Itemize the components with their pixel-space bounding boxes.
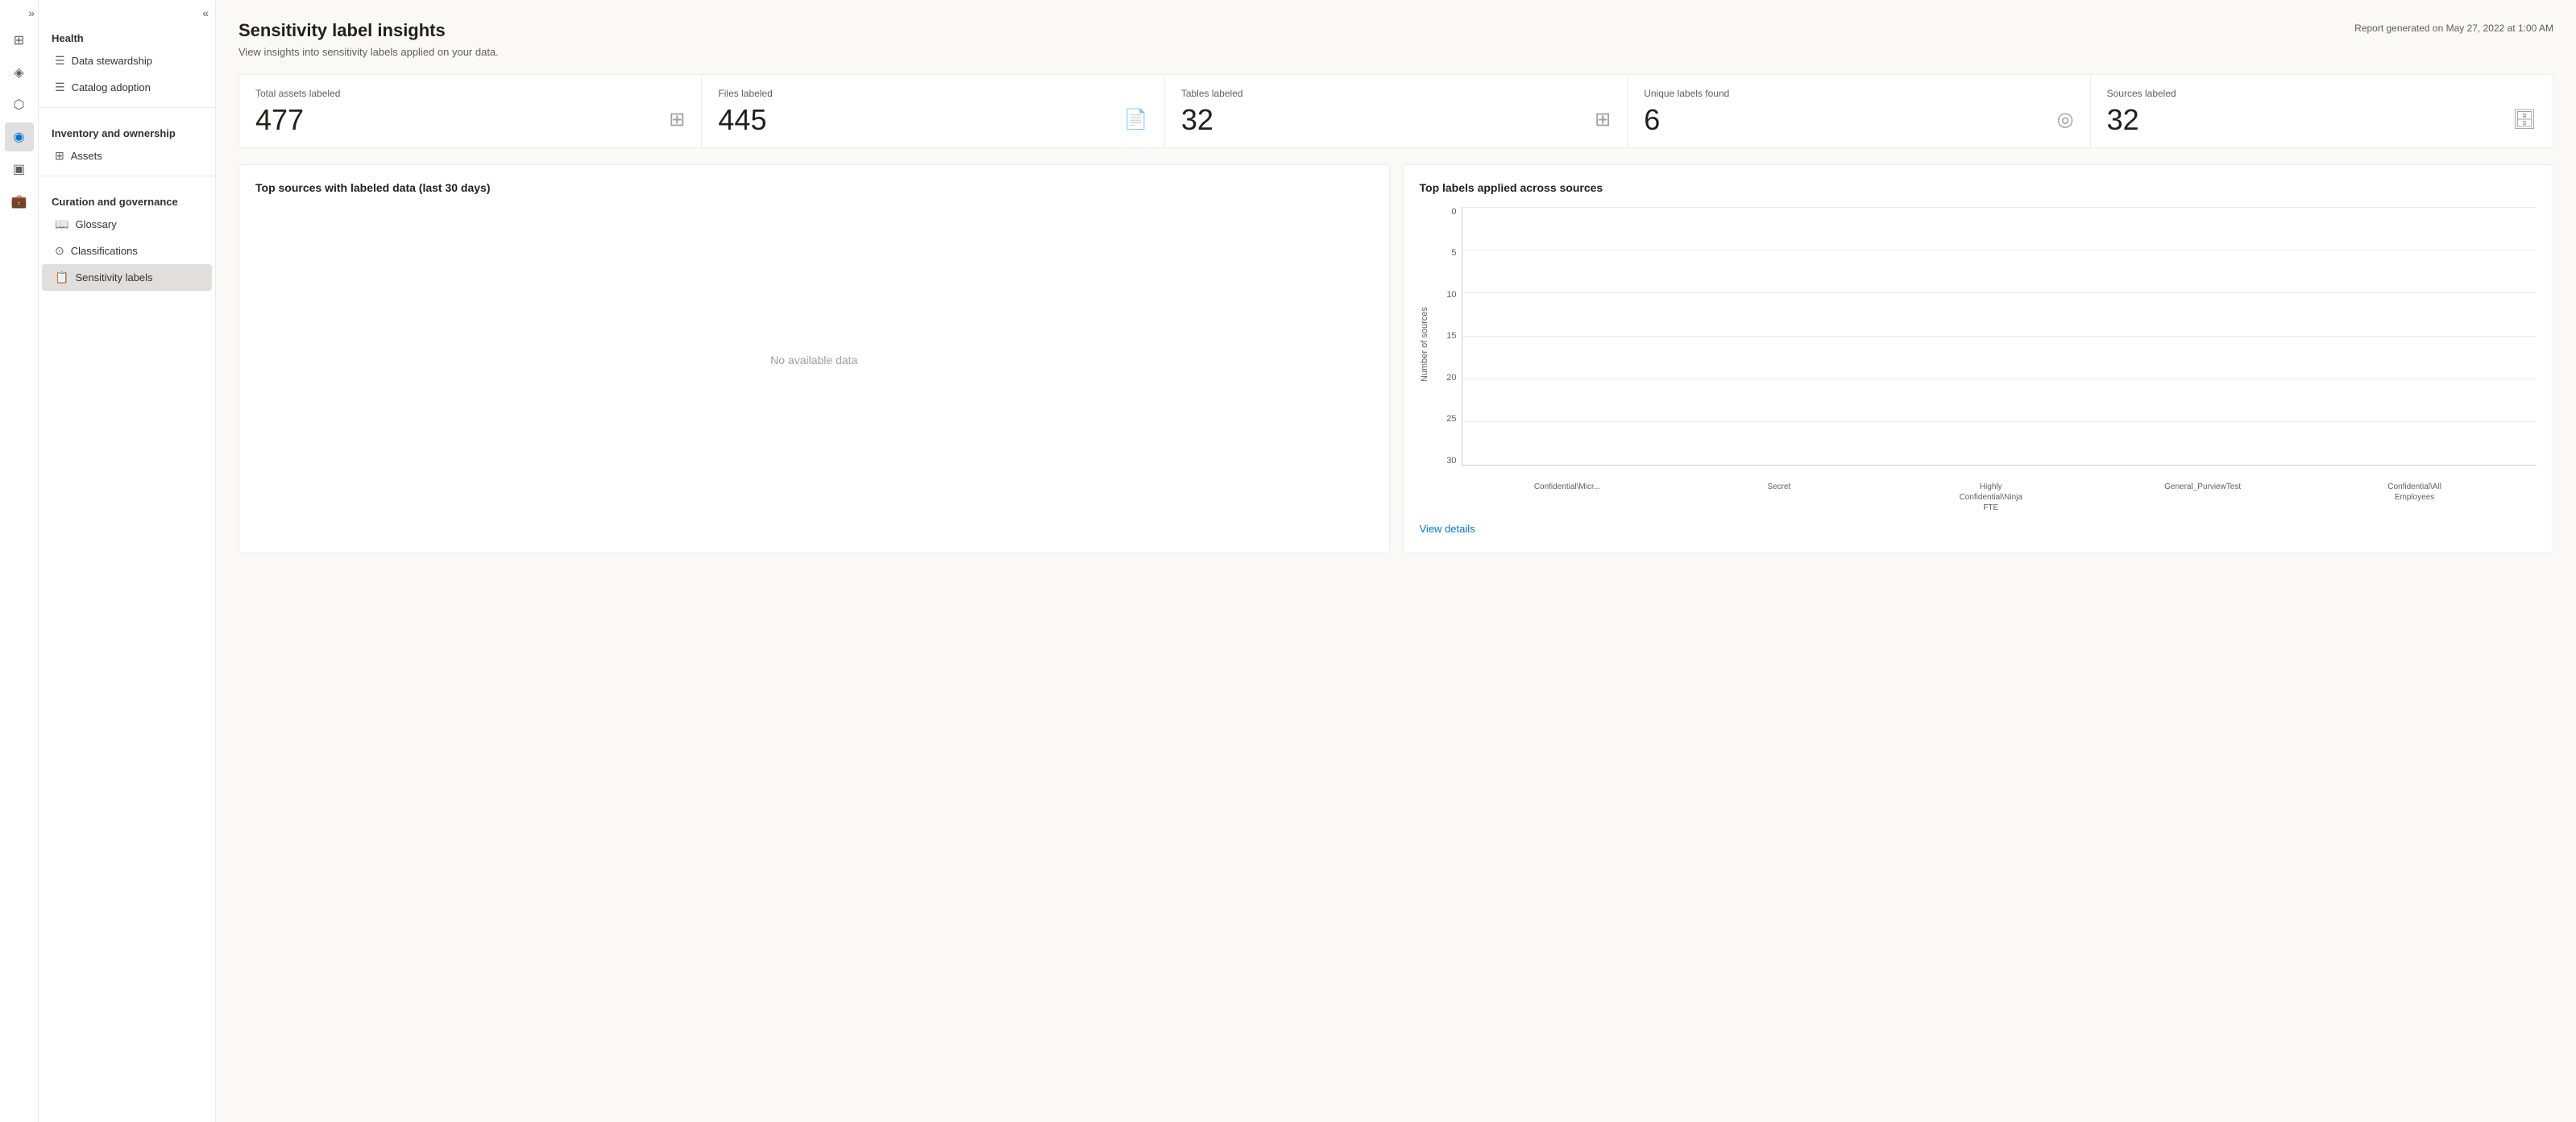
y-label-10: 10	[1436, 290, 1457, 300]
no-data-message: No available data	[255, 207, 1373, 513]
x-label-secret: Secret	[1673, 482, 1885, 513]
catalog-icon-rail-item[interactable]: ◈	[5, 58, 34, 87]
home-icon-rail-item[interactable]: ⊞	[5, 26, 34, 55]
stat-card-total-assets: Total assets labeled 477 ⊞	[239, 75, 701, 147]
x-label-confidential-micr: Confidential\Micr...	[1462, 482, 1674, 513]
insights-icon-rail-item[interactable]: ◉	[5, 122, 34, 151]
stat-card-files-labeled: Files labeled 445 📄	[702, 75, 1164, 147]
y-axis-labels: 30 25 20 15 10 5 0	[1436, 207, 1462, 482]
sidebar-item-assets[interactable]: ⊞ Assets	[42, 143, 212, 169]
files-labeled-label: Files labeled	[718, 88, 1147, 99]
total-assets-icon: ⊞	[669, 108, 685, 131]
sidebar-item-classifications-label: Classifications	[71, 245, 138, 257]
sidebar-item-assets-label: Assets	[71, 150, 102, 162]
classifications-icon: ⊙	[55, 244, 64, 258]
page-title: Sensitivity label insights	[239, 19, 499, 43]
top-sources-panel: Top sources with labeled data (last 30 d…	[239, 164, 1390, 553]
y-axis-title: Number of sources	[1420, 207, 1433, 482]
unique-labels-value: 6	[1644, 106, 1660, 135]
unique-labels-icon: ◎	[2057, 108, 2074, 131]
briefcase-icon-rail-item[interactable]: 💼	[5, 187, 34, 216]
sidebar-item-catalog-adoption-label: Catalog adoption	[72, 81, 151, 93]
view-details-link[interactable]: View details	[1420, 523, 1475, 535]
top-labels-panel: Top labels applied across sources Number…	[1403, 164, 2554, 553]
bar-chart: Number of sources 30 25 20 15 10 5 0	[1420, 207, 2537, 513]
stat-card-unique-labels: Unique labels found 6 ◎	[1628, 75, 2089, 147]
unique-labels-label: Unique labels found	[1644, 88, 2073, 99]
sidebar-divider-1	[39, 107, 215, 108]
sources-labeled-label: Sources labeled	[2107, 88, 2537, 99]
stat-card-tables-labeled: Tables labeled 32 ⊞	[1165, 75, 1627, 147]
y-label-30: 30	[1436, 456, 1457, 466]
x-labels: Confidential\Micr... Secret HighlyConfid…	[1420, 482, 2537, 513]
files-labeled-bottom: 445 📄	[718, 106, 1147, 135]
sidebar-item-sensitivity-labels[interactable]: 📋 Sensitivity labels	[42, 264, 212, 291]
policy-icon-rail-item[interactable]: ▣	[5, 155, 34, 184]
data-map-icon-rail-item[interactable]: ⬡	[5, 90, 34, 119]
y-label-20: 20	[1436, 373, 1457, 383]
sensitivity-labels-icon: 📋	[55, 271, 68, 284]
assets-icon: ⊞	[55, 149, 64, 163]
x-label-general-purviewtest: General_PurviewTest	[2097, 482, 2308, 513]
icon-rail: » ⊞ ◈ ⬡ ◉ ▣ 💼	[0, 0, 39, 1122]
x-label-confidential-all-employees: Confidential\AllEmployees	[2308, 482, 2520, 513]
sidebar: « Health ☰ Data stewardship ☰ Catalog ad…	[39, 0, 216, 1122]
page-header-left: Sensitivity label insights View insights…	[239, 19, 499, 58]
y-label-15: 15	[1436, 331, 1457, 341]
sidebar-item-sensitivity-labels-label: Sensitivity labels	[75, 271, 152, 284]
total-assets-bottom: 477 ⊞	[255, 106, 685, 135]
sources-labeled-bottom: 32 🗄	[2107, 106, 2537, 135]
sidebar-item-classifications[interactable]: ⊙ Classifications	[42, 238, 212, 264]
y-label-5: 5	[1436, 248, 1457, 258]
files-labeled-value: 445	[718, 106, 766, 135]
files-labeled-icon: 📄	[1124, 108, 1148, 131]
expand-icon-rail-button[interactable]: »	[28, 6, 35, 19]
tables-labeled-label: Tables labeled	[1181, 88, 1611, 99]
sidebar-item-glossary[interactable]: 📖 Glossary	[42, 211, 212, 238]
y-label-25: 25	[1436, 414, 1457, 424]
top-labels-title: Top labels applied across sources	[1420, 181, 2537, 194]
top-sources-title: Top sources with labeled data (last 30 d…	[255, 181, 1373, 194]
page-header: Sensitivity label insights View insights…	[239, 19, 2553, 58]
sidebar-collapse-button[interactable]: «	[202, 6, 209, 19]
sources-labeled-value: 32	[2107, 106, 2139, 135]
main-content: Sensitivity label insights View insights…	[216, 0, 2576, 1122]
chart-plot	[1462, 207, 2537, 466]
bar-chart-area: Number of sources 30 25 20 15 10 5 0	[1420, 207, 2537, 482]
tables-labeled-icon: ⊞	[1595, 108, 1611, 131]
sidebar-header: «	[39, 0, 215, 19]
health-section-title: Health	[39, 19, 215, 48]
curation-section-title: Curation and governance	[39, 183, 215, 211]
total-assets-label: Total assets labeled	[255, 88, 685, 99]
report-generated: Report generated on May 27, 2022 at 1:00…	[2354, 23, 2553, 34]
sources-labeled-icon: 🗄	[2512, 108, 2537, 131]
charts-row: Top sources with labeled data (last 30 d…	[239, 164, 2553, 553]
glossary-icon: 📖	[55, 217, 68, 231]
total-assets-value: 477	[255, 106, 304, 135]
tables-labeled-bottom: 32 ⊞	[1181, 106, 1611, 135]
data-stewardship-icon: ☰	[55, 54, 65, 68]
x-label-highly-confidential: HighlyConfidential\NinjaFTE	[1885, 482, 2097, 513]
stat-cards-row: Total assets labeled 477 ⊞ Files labeled…	[239, 74, 2553, 148]
sidebar-item-data-stewardship[interactable]: ☰ Data stewardship	[42, 48, 212, 74]
sidebar-item-data-stewardship-label: Data stewardship	[72, 55, 152, 67]
catalog-adoption-icon: ☰	[55, 81, 65, 94]
sidebar-item-catalog-adoption[interactable]: ☰ Catalog adoption	[42, 74, 212, 101]
bars-group	[1462, 207, 2537, 465]
icon-rail-expand-area: »	[0, 6, 38, 19]
stat-card-sources-labeled: Sources labeled 32 🗄	[2091, 75, 2553, 147]
inventory-section-title: Inventory and ownership	[39, 114, 215, 143]
unique-labels-bottom: 6 ◎	[1644, 106, 2073, 135]
y-label-0: 0	[1436, 207, 1457, 217]
tables-labeled-value: 32	[1181, 106, 1213, 135]
sidebar-item-glossary-label: Glossary	[75, 218, 116, 230]
page-subtitle: View insights into sensitivity labels ap…	[239, 46, 499, 58]
